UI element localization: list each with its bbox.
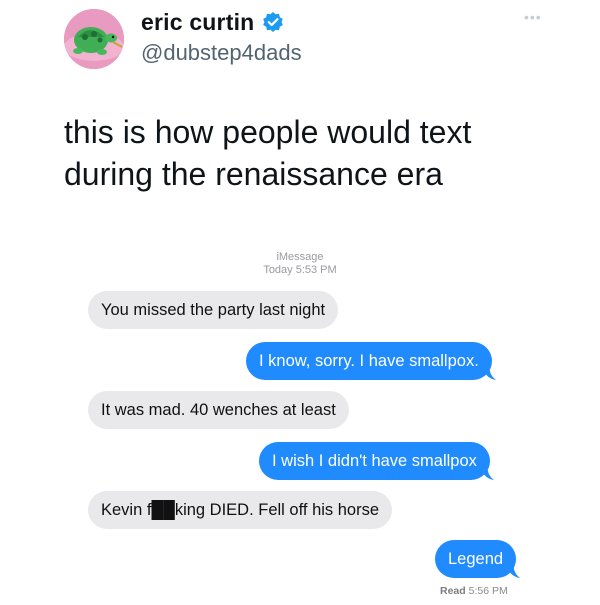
message-text: Legend	[448, 550, 504, 568]
message-bubble-sent: I wish I didn't have smallpox	[259, 442, 494, 480]
author-handle[interactable]: @dubstep4dads	[141, 40, 302, 66]
message-bubble-sent: I know, sorry. I have smallpox.	[246, 342, 496, 380]
message-text: Kevin f██king DIED. Fell off his horse	[101, 501, 380, 519]
message-bubble-received: It was mad. 40 wenches at least	[88, 391, 349, 429]
read-receipt: Read 5:56 PM	[440, 585, 508, 597]
author-name-row: eric curtin	[141, 6, 284, 38]
display-name[interactable]: eric curtin	[141, 9, 254, 36]
bubble-tail-icon	[479, 464, 494, 480]
message-text: I know, sorry. I have smallpox.	[259, 352, 479, 370]
tweet-text: this is how people would text during the…	[64, 114, 472, 192]
read-time: 5:56 PM	[468, 585, 508, 597]
avatar[interactable]	[64, 9, 124, 69]
message-bubble-received: You missed the party last night	[88, 291, 339, 329]
imessage-service-label: iMessage	[276, 251, 324, 263]
verified-badge-icon	[262, 11, 284, 33]
message-text: I wish I didn't have smallpox	[272, 452, 477, 470]
imessage-timestamp: Today 5:53 PM	[263, 264, 337, 276]
message-bubble-received: Kevin f██king DIED. Fell off his horse	[88, 491, 393, 529]
green-turtle-avatar-icon	[64, 9, 124, 69]
bubble-tail-icon	[481, 364, 496, 380]
message-text: You missed the party last night	[101, 301, 326, 319]
bubble-tail-icon	[506, 562, 521, 578]
message-text: It was mad. 40 wenches at least	[101, 401, 336, 419]
more-dots-icon[interactable]: •••	[524, 9, 542, 25]
read-label: Read	[440, 585, 466, 597]
message-bubble-sent: Legend	[435, 540, 521, 578]
